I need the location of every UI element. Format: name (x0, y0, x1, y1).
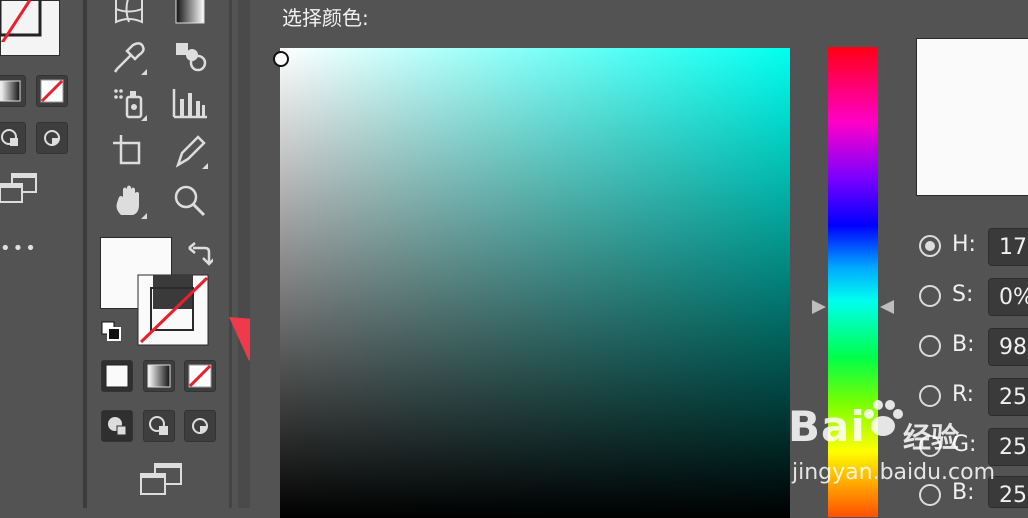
screen-mode-button[interactable] (0, 172, 40, 210)
stroke-color-swatch[interactable] (137, 274, 209, 346)
default-colors-icon (101, 321, 121, 341)
blend-tool[interactable] (169, 36, 211, 78)
hue-slider-left-handle[interactable] (812, 300, 826, 314)
zoom-icon (174, 185, 206, 217)
gradient-mode-button[interactable] (143, 360, 175, 392)
radio-blue[interactable] (919, 484, 941, 506)
column-graph-icon (172, 89, 207, 119)
radio-red[interactable] (919, 385, 941, 407)
hue-label: H: (952, 232, 976, 257)
color-picker-marker[interactable] (273, 51, 289, 67)
color-mode-button[interactable] (101, 360, 133, 392)
none-mode-button[interactable] (184, 360, 216, 392)
none-mode-button[interactable] (36, 75, 68, 107)
default-fill-stroke-button[interactable] (100, 320, 122, 346)
hue-slider[interactable] (828, 47, 878, 517)
submenu-indicator (141, 69, 147, 75)
hand-tool[interactable] (108, 180, 150, 222)
hue-input[interactable]: 17 (988, 228, 1028, 266)
blue-label: B: (952, 480, 975, 505)
submenu-indicator (141, 213, 147, 219)
draw-normal-button[interactable] (101, 410, 133, 442)
brightness-input[interactable]: 98 (988, 328, 1028, 366)
radio-saturation[interactable] (919, 285, 941, 307)
radio-brightness[interactable] (919, 335, 941, 357)
blue-input[interactable]: 25 (988, 476, 1028, 508)
gradient-mode-button[interactable] (0, 75, 26, 107)
submenu-indicator (202, 163, 208, 169)
draw-behind-button[interactable] (143, 410, 175, 442)
saturation-brightness-field[interactable] (280, 48, 790, 518)
draw-inside-button[interactable] (36, 122, 68, 154)
screen-mode-icon (140, 463, 182, 495)
draw-behind-icon (149, 416, 168, 435)
stroke-swatch-partial[interactable] (0, 0, 44, 47)
brightness-label: B: (952, 332, 975, 357)
draw-inside-icon (192, 418, 208, 434)
hue-slider-right-handle[interactable] (880, 300, 894, 314)
column-graph-tool[interactable] (169, 82, 211, 124)
draw-inside-icon (44, 130, 60, 146)
draw-normal-icon (108, 417, 127, 436)
screen-mode-button[interactable] (139, 462, 183, 500)
knife-tool[interactable] (169, 130, 211, 172)
saturation-label: S: (952, 282, 974, 307)
none-color-icon (40, 79, 64, 103)
artboard-tool[interactable] (108, 130, 150, 172)
draw-inside-button[interactable] (184, 410, 216, 442)
gradient-icon (0, 80, 21, 102)
swap-fill-stroke-button[interactable] (187, 240, 216, 270)
mesh-icon (115, 0, 143, 24)
new-color-preview (916, 38, 1028, 196)
radio-green[interactable] (919, 435, 941, 457)
artboard-icon (113, 135, 141, 165)
none-stroke-icon (0, 0, 42, 47)
green-input[interactable]: 25 (988, 428, 1028, 466)
symbol-sprayer-tool[interactable] (108, 82, 150, 124)
tools-panel (87, 0, 232, 508)
swap-arrow-icon (188, 242, 216, 266)
dialog-title: 选择颜色: (282, 6, 369, 30)
gradient-tool-icon (175, 0, 205, 24)
red-label: R: (952, 382, 975, 407)
left-panel-strip: ••• (0, 0, 83, 508)
panel-divider (238, 0, 250, 508)
radio-hue[interactable] (919, 235, 941, 257)
green-label: G: (952, 432, 977, 457)
blend-icon (176, 43, 207, 72)
draw-behind-icon (1, 129, 18, 146)
saturation-input[interactable]: 0% (988, 278, 1028, 316)
stroke-none-icon (137, 274, 209, 346)
none-color-icon (188, 364, 212, 388)
zoom-tool[interactable] (169, 180, 211, 222)
screen-mode-icon (0, 173, 37, 203)
submenu-indicator (141, 115, 147, 121)
solid-color-icon (105, 364, 129, 388)
mesh-tool[interactable] (108, 0, 150, 30)
eyedropper-tool[interactable] (108, 36, 150, 78)
more-tools-button[interactable]: ••• (0, 238, 38, 259)
gradient-tool[interactable] (169, 0, 211, 30)
panel-divider (229, 0, 232, 508)
gradient-icon (147, 364, 171, 388)
draw-behind-button[interactable] (0, 122, 26, 154)
red-input[interactable]: 25 (988, 378, 1028, 416)
